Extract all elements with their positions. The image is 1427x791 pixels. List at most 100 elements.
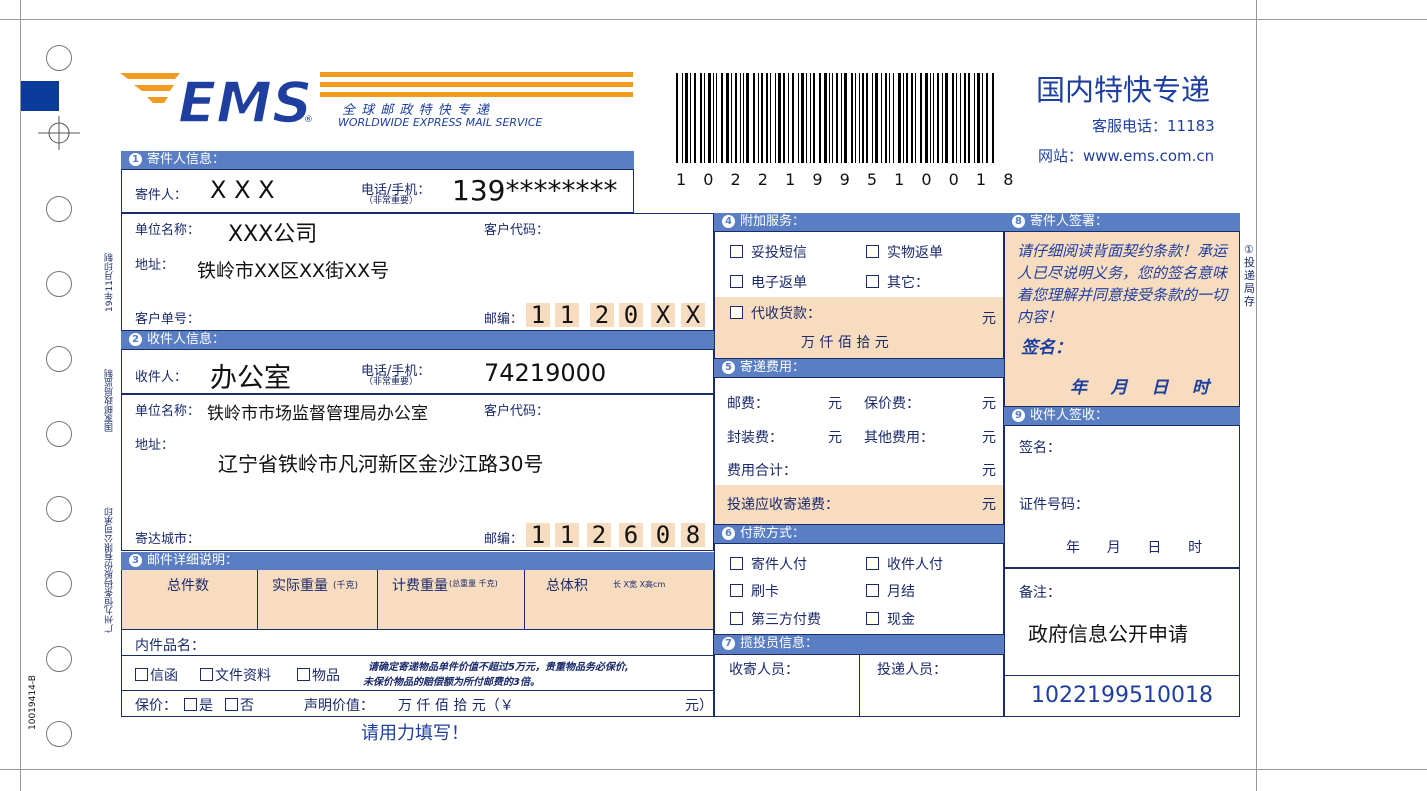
barcode-bar <box>801 73 804 163</box>
type-docs[interactable]: 文件资料 <box>200 665 271 685</box>
barcode-bar <box>735 73 737 163</box>
barcode-number: 1 0 2 2 1 9 9 5 1 0 0 1 8 <box>676 170 1020 189</box>
form-code: 10019414-B <box>28 675 38 730</box>
checkbox[interactable] <box>866 245 879 258</box>
sender-phone[interactable]: 139******** <box>452 174 617 207</box>
recipient-city-label: 寄达城市： <box>135 532 201 547</box>
recipient-name[interactable]: 办公室 <box>210 356 291 395</box>
sender-company-label: 单位名称： <box>135 223 201 238</box>
punch-hole <box>46 421 72 447</box>
remarks-text[interactable]: 政府信息公开申请 <box>1028 618 1188 647</box>
recipient-company-label: 单位名称： <box>135 404 201 419</box>
recipient-phone[interactable]: 74219000 <box>484 359 606 387</box>
addon-physical-return[interactable]: 实物返单 <box>866 242 943 262</box>
checkbox[interactable] <box>135 668 148 681</box>
pay-card[interactable]: 刷卡 <box>730 581 779 601</box>
checkbox[interactable] <box>730 584 743 597</box>
notice-line2: 未保价物品的赔偿额为所付邮费的3倍。 <box>363 677 540 688</box>
divider <box>121 655 714 656</box>
declared-end: 元） <box>685 698 713 714</box>
barcode-bar <box>792 73 794 163</box>
pay-third-party[interactable]: 第三方付费 <box>730 609 821 629</box>
barcode-bar <box>942 73 943 163</box>
recipient-id-label: 证件号码： <box>1019 497 1089 513</box>
sender-name[interactable]: X X X <box>210 176 275 204</box>
checkbox[interactable] <box>200 668 213 681</box>
barcode-bar <box>770 73 771 163</box>
checkbox[interactable] <box>866 557 879 570</box>
sender-address-label: 地址： <box>135 258 175 273</box>
addon-e-return[interactable]: 电子返单 <box>730 272 807 292</box>
hotline: 客服电话：11183 <box>1092 117 1215 135</box>
postcode-digit[interactable]: 1 <box>555 523 579 547</box>
type-letter[interactable]: 信函 <box>135 665 178 685</box>
recipient-sign-section-header: 9 收件人签收： <box>1004 407 1240 425</box>
addon-sms[interactable]: 妥投短信 <box>730 242 807 262</box>
punch-hole <box>46 496 72 522</box>
sender-address[interactable]: 铁岭市XX区XX街XX号 <box>197 256 389 283</box>
checkbox[interactable] <box>866 275 879 288</box>
checkbox[interactable] <box>730 275 743 288</box>
postcode-digit[interactable]: 0 <box>651 523 675 547</box>
barcode-bar <box>740 73 741 163</box>
checkbox[interactable] <box>866 612 879 625</box>
postcode-digit[interactable]: X <box>651 303 675 327</box>
fee-packing: 封装费： <box>727 430 783 446</box>
postcode-digit[interactable]: 1 <box>526 303 550 327</box>
fee-insurance: 保价费： <box>864 396 920 412</box>
checkbox[interactable] <box>730 306 743 319</box>
type-goods[interactable]: 物品 <box>297 665 340 685</box>
postcode-digit[interactable]: 0 <box>619 303 643 327</box>
courier-section-header: 7 揽投员信息： <box>714 635 1004 654</box>
addon-cod[interactable]: 代收货款： <box>730 303 821 323</box>
pay-recipient[interactable]: 收件人付 <box>866 554 943 574</box>
checkbox[interactable] <box>225 698 238 711</box>
sender-customer-code-label: 客户代码： <box>484 223 550 238</box>
insure-yes[interactable]: 是 <box>184 695 213 715</box>
checkbox[interactable] <box>297 668 310 681</box>
barcode-bar <box>872 73 873 163</box>
barcode-bar <box>982 73 983 163</box>
barcode-bar <box>903 73 904 163</box>
col-count: 总件数 <box>167 578 209 594</box>
punch-hole <box>46 45 72 71</box>
divider <box>524 570 525 629</box>
checkbox[interactable] <box>184 698 197 711</box>
barcode-bar <box>906 73 908 163</box>
postcode-digit[interactable]: 1 <box>555 303 579 327</box>
printer-note: 广州九恒条码股份有限公司承印 <box>105 507 115 633</box>
addon-other[interactable]: 其它： <box>866 272 929 292</box>
checkbox[interactable] <box>730 557 743 570</box>
postcode-digit[interactable]: X <box>681 303 705 327</box>
divider <box>121 690 714 691</box>
barcode-bar <box>885 73 887 163</box>
barcode-bar <box>813 73 815 163</box>
checkbox[interactable] <box>730 245 743 258</box>
sender-company[interactable]: XXX公司 <box>228 216 317 248</box>
checkbox[interactable] <box>866 584 879 597</box>
barcode-bar <box>788 73 789 163</box>
col-billed-unit: (总重量 千克) <box>449 579 498 588</box>
pay-cash[interactable]: 现金 <box>866 609 915 629</box>
postcode-digit[interactable]: 2 <box>587 523 611 547</box>
notice-line1: 请确定寄递物品单件价值不超过5万元，贵重物品务必保价, <box>368 662 629 673</box>
barcode-bar <box>775 73 776 163</box>
recipient-section-header: 2 收件人信息： <box>121 331 714 349</box>
postcode-digit[interactable]: 8 <box>681 523 705 547</box>
recipient-address[interactable]: 辽宁省铁岭市凡河新区金沙江路30号 <box>218 448 543 477</box>
postcode-digit[interactable]: 1 <box>526 523 550 547</box>
checkbox[interactable] <box>730 612 743 625</box>
pay-monthly[interactable]: 月结 <box>866 581 915 601</box>
fee-yuan: 元 <box>828 396 842 412</box>
barcode-bar <box>920 73 922 163</box>
recipient-company[interactable]: 铁岭市市场监督管理局办公室 <box>207 399 428 424</box>
pay-sender[interactable]: 寄件人付 <box>730 554 807 574</box>
postcode-digit[interactable]: 6 <box>619 523 643 547</box>
supervisor-note: 国家邮政局监制 <box>105 369 115 432</box>
postcode-digit[interactable]: 2 <box>590 303 614 327</box>
insure-no[interactable]: 否 <box>225 695 254 715</box>
crosshair-icon <box>38 116 80 150</box>
barcode-bar <box>851 73 853 163</box>
col-weight-unit: (千克) <box>333 581 359 591</box>
barcode-bar <box>945 73 948 163</box>
